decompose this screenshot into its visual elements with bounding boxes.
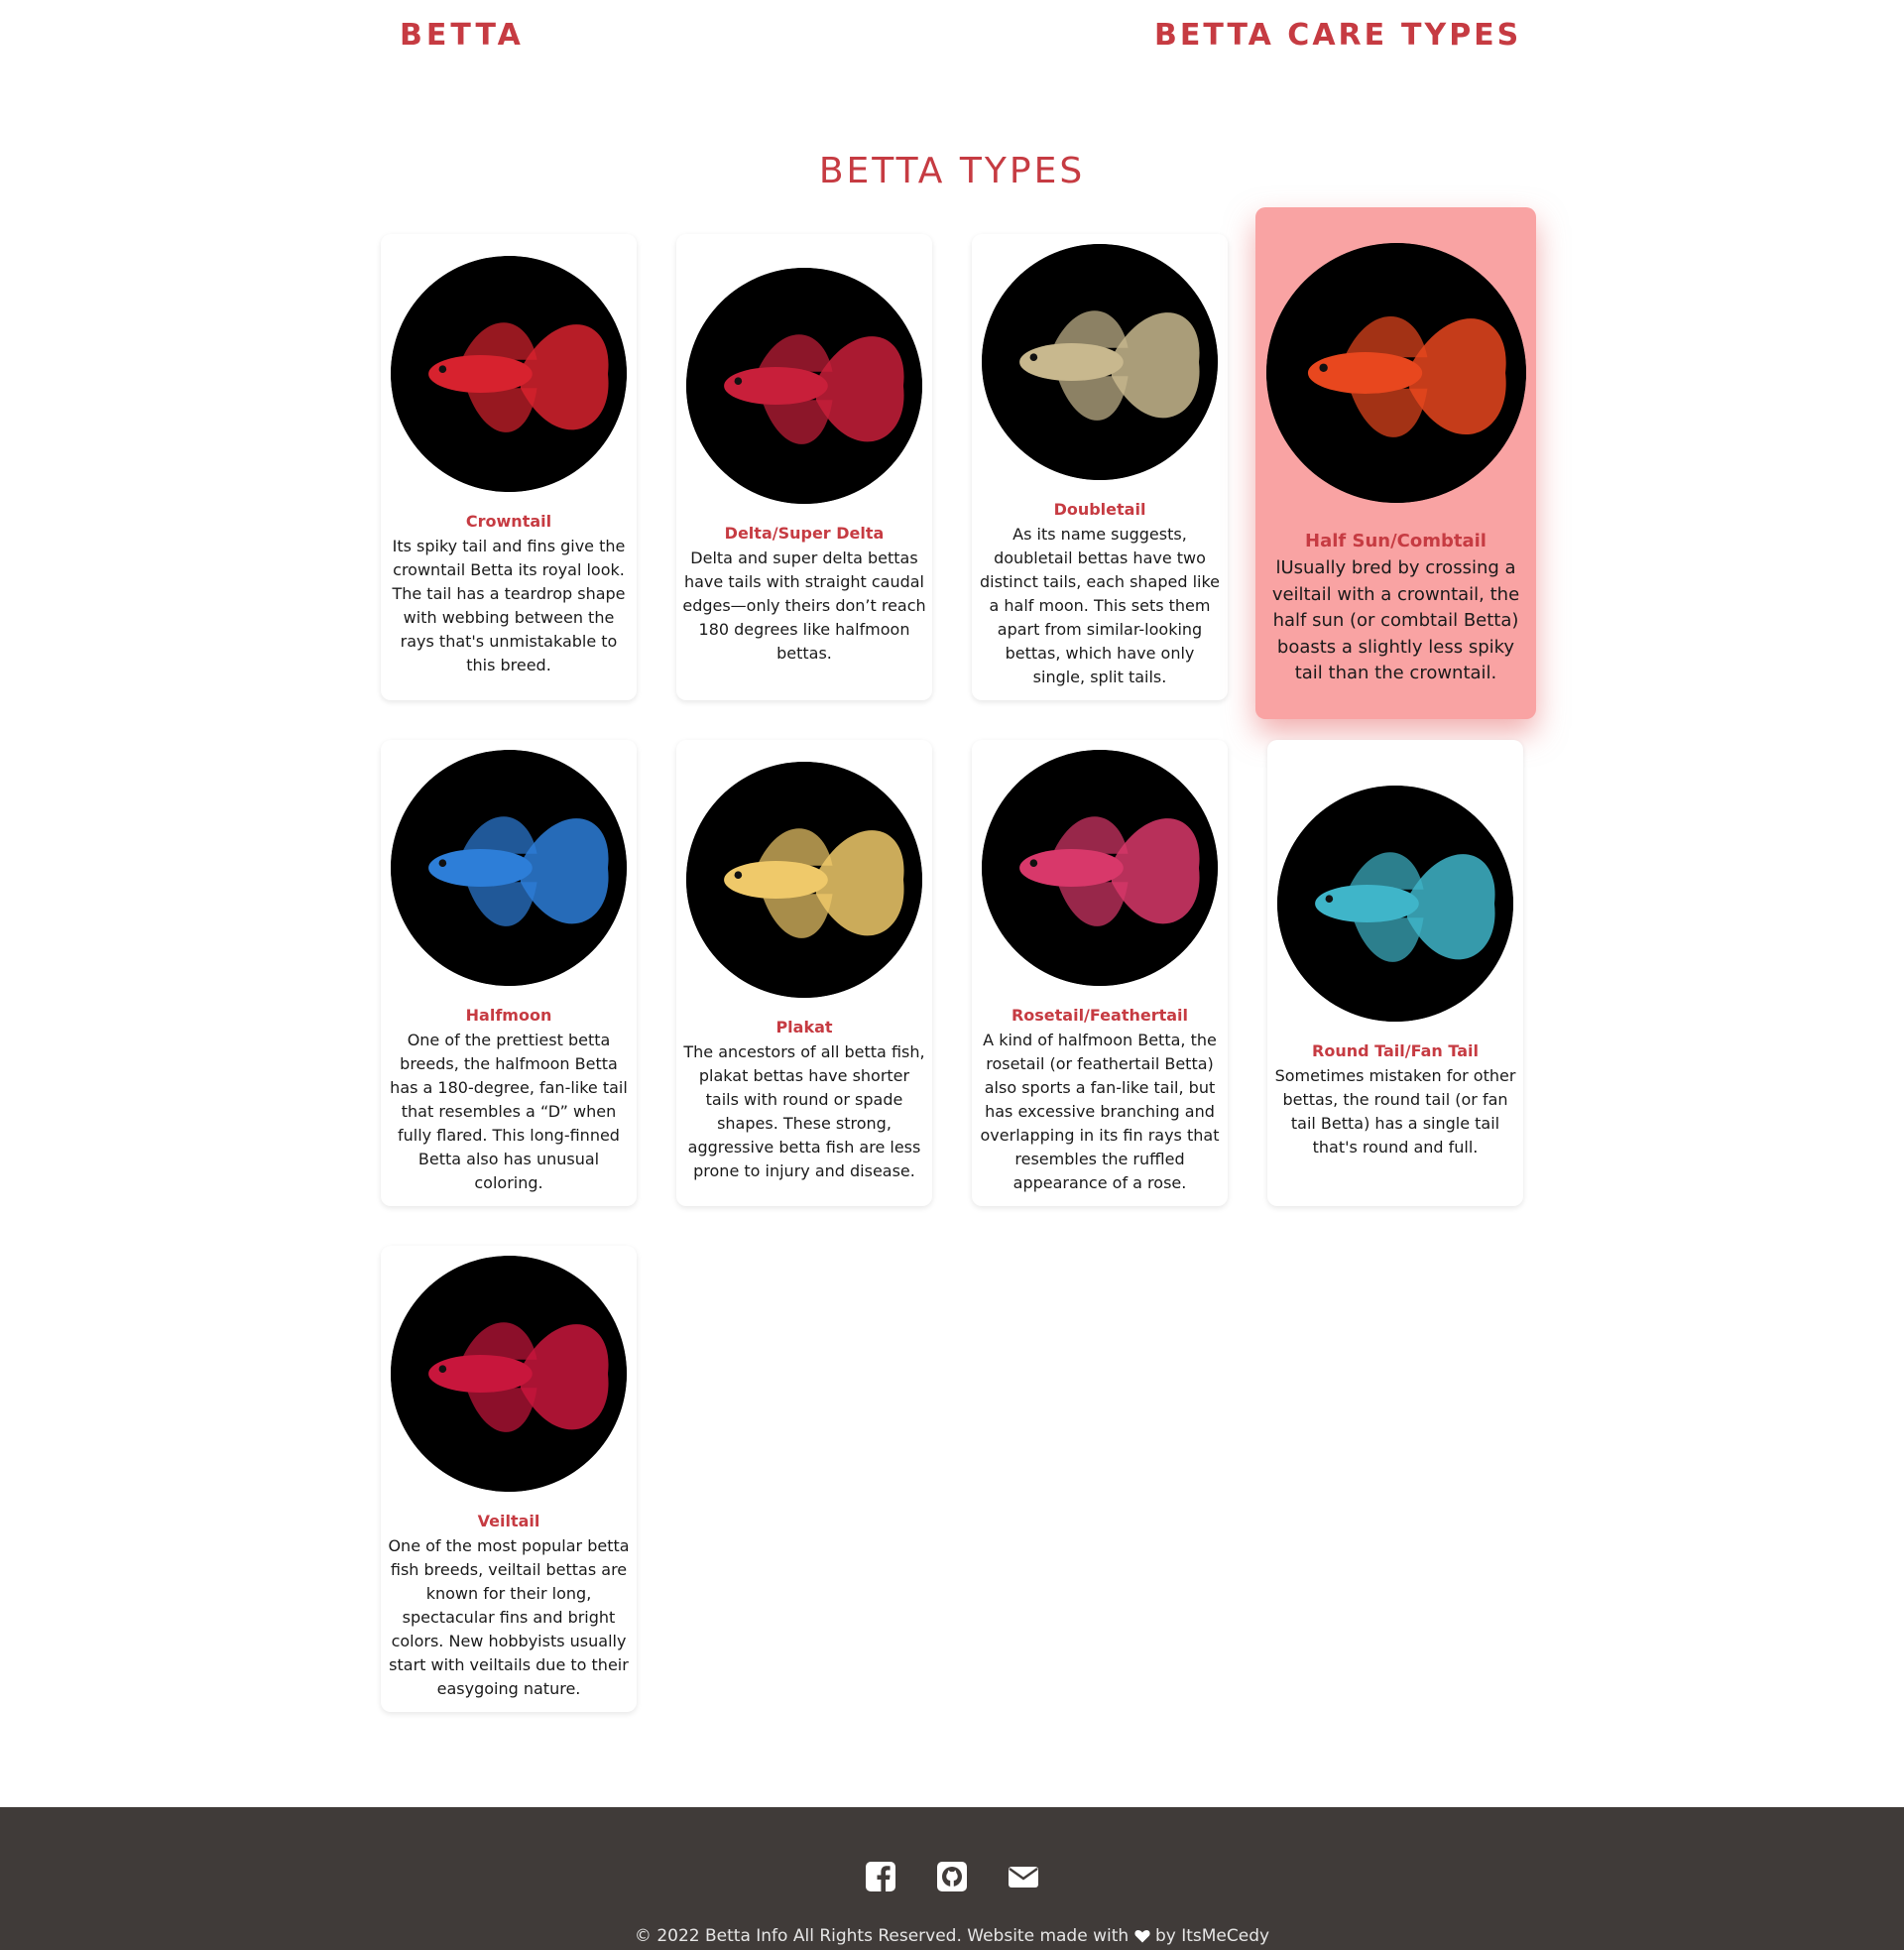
fish-image-graphic bbox=[1265, 243, 1526, 503]
card-title: Round Tail/Fan Tail bbox=[1312, 1041, 1479, 1060]
fish-image bbox=[686, 268, 922, 504]
card-half-sun-highlighted[interactable]: Half Sun/Combtail lUsually bred by cross… bbox=[1255, 207, 1536, 719]
copyright-text: © 2022 Betta Info All Rights Reserved. W… bbox=[0, 1926, 1904, 1946]
card-description: The ancestors of all betta fish, plakat … bbox=[683, 1042, 925, 1180]
fish-image-graphic bbox=[391, 256, 627, 492]
fish-image bbox=[686, 762, 922, 998]
card-title: Doubletail bbox=[1053, 500, 1146, 519]
fish-image-graphic bbox=[1277, 786, 1513, 1022]
fish-image-graphic bbox=[391, 750, 627, 986]
card-title: Delta/Super Delta bbox=[724, 524, 885, 543]
copyright-text-before: © 2022 Betta Info All Rights Reserved. W… bbox=[634, 1926, 1130, 1946]
card-title: Crowntail bbox=[465, 512, 552, 531]
card-description: Sometimes mistaken for other bettas, the… bbox=[1274, 1066, 1516, 1157]
fish-image bbox=[391, 750, 627, 986]
fish-image-graphic bbox=[982, 244, 1218, 480]
fish-image bbox=[391, 1256, 627, 1492]
page-title: BETTA TYPES bbox=[818, 151, 1086, 191]
card-description: A kind of halfmoon Betta, the rosetail (… bbox=[980, 1031, 1220, 1192]
card-title: Veiltail bbox=[477, 1512, 540, 1530]
copyright-text-after: by ItsMeCedy bbox=[1154, 1926, 1270, 1946]
nav-link-betta-care[interactable]: BETTA CARE bbox=[1154, 18, 1387, 53]
heart-icon bbox=[1133, 1930, 1150, 1943]
card-title: Halfmoon bbox=[465, 1006, 552, 1025]
card-description: As its name suggests, doubletail bettas … bbox=[979, 525, 1221, 686]
card-rosetail[interactable]: Rosetail/Feathertail A kind of halfmoon … bbox=[972, 740, 1228, 1206]
facebook-icon[interactable] bbox=[865, 1861, 896, 1892]
card-description: Delta and super delta bettas have tails … bbox=[682, 548, 926, 663]
fish-image-graphic bbox=[391, 1256, 627, 1492]
card-round-tail[interactable]: Round Tail/Fan Tail Sometimes mistaken f… bbox=[1267, 740, 1523, 1206]
fish-image bbox=[982, 750, 1218, 986]
card-crowntail[interactable]: Crowntail Its spiky tail and fins give t… bbox=[381, 234, 637, 700]
card-halfmoon[interactable]: Halfmoon One of the prettiest betta bree… bbox=[381, 740, 637, 1206]
card-description: Its spiky tail and fins give the crownta… bbox=[392, 537, 626, 674]
site-header: BETTA BETTA CARE TYPES bbox=[0, 0, 1904, 79]
social-links bbox=[0, 1861, 1904, 1892]
nav-link-types[interactable]: TYPES bbox=[1401, 18, 1521, 53]
card-title: Rosetail/Feathertail bbox=[1011, 1006, 1189, 1025]
fish-image-graphic bbox=[686, 762, 922, 998]
email-icon[interactable] bbox=[1008, 1861, 1039, 1892]
fish-image bbox=[982, 244, 1218, 480]
card-description: One of the most popular betta fish breed… bbox=[388, 1536, 630, 1698]
site-footer: © 2022 Betta Info All Rights Reserved. W… bbox=[0, 1807, 1904, 1950]
card-description: One of the prettiest betta breeds, the h… bbox=[390, 1031, 628, 1192]
card-title: Plakat bbox=[775, 1018, 833, 1036]
fish-image bbox=[1265, 243, 1526, 503]
fish-image bbox=[1277, 786, 1513, 1022]
fish-image-graphic bbox=[686, 268, 922, 504]
fish-image bbox=[391, 256, 627, 492]
card-title: Half Sun/Combtail bbox=[1305, 531, 1487, 551]
card-veiltail[interactable]: Veiltail One of the most popular betta f… bbox=[381, 1246, 637, 1712]
card-plakat[interactable]: Plakat The ancestors of all betta fish, … bbox=[676, 740, 932, 1206]
card-description: lUsually bred by crossing a veiltail wit… bbox=[1271, 557, 1520, 683]
logo[interactable]: BETTA bbox=[400, 18, 525, 53]
card-doubletail[interactable]: Doubletail As its name suggests, doublet… bbox=[972, 234, 1228, 700]
github-icon[interactable] bbox=[936, 1861, 968, 1892]
card-delta[interactable]: Delta/Super Delta Delta and super delta … bbox=[676, 234, 932, 700]
fish-image-graphic bbox=[982, 750, 1218, 986]
